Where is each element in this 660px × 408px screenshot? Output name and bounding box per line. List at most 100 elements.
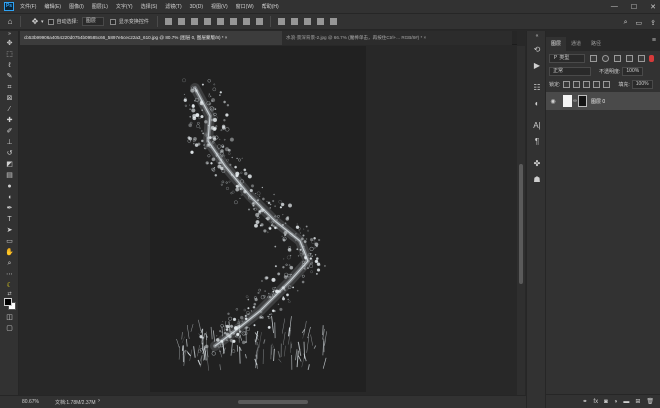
eraser-tool-icon[interactable]: ◩ xyxy=(0,159,19,170)
history-brush-tool-icon[interactable]: ↺ xyxy=(0,148,19,159)
menu-edit[interactable]: 编辑(E) xyxy=(44,3,61,10)
adjustments-icon[interactable]: ◐ xyxy=(527,95,547,111)
lock-artboard-icon[interactable] xyxy=(593,81,601,88)
quick-mask-icon[interactable]: ◫ xyxy=(0,312,19,323)
layer-mask-thumbnail[interactable] xyxy=(578,95,587,107)
glyphs-icon[interactable]: ✤ xyxy=(527,155,547,171)
share-icon[interactable]: ⇪ xyxy=(650,19,656,27)
opacity-value[interactable]: 100% xyxy=(622,67,644,76)
align-right-icon[interactable] xyxy=(190,18,198,25)
tab-document-1[interactable]: cb53b99906a4054220d0754b09585c66_5897e5c… xyxy=(20,31,282,45)
layer-thumbnail[interactable] xyxy=(563,95,572,107)
crop-tool-icon[interactable]: ⌗ xyxy=(0,82,19,93)
type-tool-icon[interactable]: T xyxy=(0,214,19,225)
filter-shape-icon[interactable] xyxy=(626,55,633,62)
rectangle-tool-icon[interactable]: ▭ xyxy=(0,236,19,247)
align-bottom-icon[interactable] xyxy=(229,18,237,25)
adjustment-layer-icon[interactable]: ◑ xyxy=(614,399,618,405)
brush-tool-icon[interactable]: ✐ xyxy=(0,126,19,137)
auto-select-dropdown[interactable]: 图层 xyxy=(81,17,104,26)
gradient-tool-icon[interactable]: ▤ xyxy=(0,170,19,181)
menu-3d[interactable]: 3D(D) xyxy=(190,4,203,10)
menu-file[interactable]: 文件(F) xyxy=(20,3,36,10)
menu-window[interactable]: 窗口(W) xyxy=(236,3,254,10)
filter-toggle-icon[interactable] xyxy=(649,55,654,62)
delete-layer-icon[interactable]: 🗑 xyxy=(646,398,654,405)
3d-roll-icon[interactable] xyxy=(290,18,298,25)
fx-icon[interactable]: fx xyxy=(593,399,598,405)
foreground-color[interactable] xyxy=(4,298,12,306)
auto-select-checkbox[interactable] xyxy=(47,18,54,25)
home-icon[interactable]: ⌂ xyxy=(4,16,16,28)
filter-smart-object-icon[interactable] xyxy=(638,55,645,62)
vertical-scrollbar[interactable] xyxy=(517,46,525,395)
scrollbar-thumb[interactable] xyxy=(519,164,523,284)
search-icon[interactable]: ⌕ xyxy=(624,19,628,27)
chevron-down-icon[interactable]: ▾ xyxy=(41,19,44,25)
character-icon[interactable]: A| xyxy=(527,117,547,133)
menu-layer[interactable]: 图层(L) xyxy=(92,3,108,10)
edit-toolbar-icon[interactable]: ⋯ xyxy=(0,269,19,280)
lock-position-icon[interactable] xyxy=(583,81,591,88)
3d-rotate-icon[interactable] xyxy=(277,18,285,25)
maximize-button[interactable]: ☐ xyxy=(631,3,637,11)
eye-icon[interactable]: ◉ xyxy=(546,98,560,105)
filter-kind-dropdown[interactable]: Ｐ 类型 xyxy=(549,54,585,63)
tab-channels[interactable]: 通道 xyxy=(566,37,586,51)
eyedropper-tool-icon[interactable]: ⁄ xyxy=(0,104,19,115)
paragraph-icon[interactable]: ¶ xyxy=(527,133,547,149)
workspace-icon[interactable]: ▭ xyxy=(636,19,643,27)
align-top-icon[interactable] xyxy=(203,18,211,25)
document-info[interactable]: 文档:1.78M/2.37M xyxy=(55,399,96,406)
menu-view[interactable]: 视图(V) xyxy=(211,3,228,10)
chevron-right-icon[interactable]: › xyxy=(98,398,100,404)
align-left-icon[interactable] xyxy=(164,18,172,25)
minimize-button[interactable]: — xyxy=(611,3,618,10)
lasso-tool-icon[interactable]: ℓ xyxy=(0,60,19,71)
menu-select[interactable]: 选择(S) xyxy=(141,3,158,10)
layer-row[interactable]: ◉ ∞ 图层 0 xyxy=(546,92,660,110)
zoom-tool-icon[interactable]: ⌕ xyxy=(0,258,19,269)
new-group-icon[interactable]: ▬ xyxy=(623,399,629,405)
move-tool-icon[interactable]: ✥ xyxy=(29,16,41,28)
move-tool-icon[interactable]: ✥ xyxy=(0,38,19,49)
panel-collapse-icon[interactable]: » xyxy=(0,31,19,38)
hand-tool-icon[interactable]: ✋ xyxy=(0,247,19,258)
panel-collapse-icon[interactable]: « xyxy=(527,31,547,41)
3d-scale-icon[interactable] xyxy=(329,18,337,25)
clone-stamp-tool-icon[interactable]: ⊥ xyxy=(0,137,19,148)
menu-help[interactable]: 帮助(H) xyxy=(262,3,279,10)
tab-paths[interactable]: 路径 xyxy=(586,37,606,51)
properties-icon[interactable]: ☷ xyxy=(527,79,547,95)
link-layers-icon[interactable]: ⚭ xyxy=(582,398,587,405)
marquee-tool-icon[interactable]: ⬚ xyxy=(0,49,19,60)
brushes-icon[interactable]: ☗ xyxy=(527,171,547,187)
swap-colors-icon[interactable]: ⇄ xyxy=(0,291,19,298)
layer-name[interactable]: 图层 0 xyxy=(591,98,605,105)
align-center-icon[interactable] xyxy=(177,18,185,25)
menu-filter[interactable]: 滤镜(T) xyxy=(165,3,181,10)
blend-mode-dropdown[interactable]: 正常 xyxy=(549,67,591,76)
quick-select-tool-icon[interactable]: ✎ xyxy=(0,71,19,82)
panel-menu-icon[interactable]: ≡ xyxy=(652,37,656,44)
lock-pixels-icon[interactable] xyxy=(573,81,581,88)
close-button[interactable]: ✕ xyxy=(650,3,656,11)
dodge-tool-icon[interactable]: ◖ xyxy=(0,192,19,203)
filter-adjustment-icon[interactable] xyxy=(602,55,609,62)
actions-play-icon[interactable]: ▶ xyxy=(527,57,547,73)
screen-mode-icon[interactable]: ▢ xyxy=(0,323,19,334)
horizontal-scrollbar-thumb[interactable] xyxy=(238,400,308,404)
show-transform-checkbox[interactable] xyxy=(109,18,116,25)
fill-value[interactable]: 100% xyxy=(631,80,653,89)
healing-brush-tool-icon[interactable]: ✚ xyxy=(0,115,19,126)
frame-tool-icon[interactable]: ⊠ xyxy=(0,93,19,104)
zoom-level[interactable]: 80.67% xyxy=(22,399,39,405)
history-icon[interactable]: ⟲ xyxy=(527,41,547,57)
canvas[interactable] xyxy=(150,46,366,392)
menu-type[interactable]: 文字(Y) xyxy=(116,3,133,10)
distribute-icon[interactable] xyxy=(242,18,250,25)
more-options-icon[interactable] xyxy=(255,18,263,25)
banana-icon[interactable]: ☾ xyxy=(0,280,19,291)
filter-pixel-icon[interactable] xyxy=(590,55,597,62)
3d-pan-icon[interactable] xyxy=(303,18,311,25)
